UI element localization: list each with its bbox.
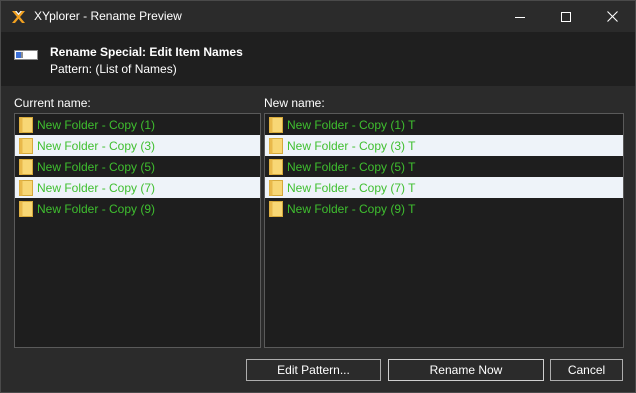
list-item[interactable]: New Folder - Copy (7) T (265, 177, 623, 198)
close-icon (606, 11, 618, 22)
list-item[interactable]: New Folder - Copy (7) (15, 177, 260, 198)
item-name: New Folder - Copy (7) T (287, 180, 416, 195)
edit-pattern-button[interactable]: Edit Pattern... (246, 359, 381, 381)
folder-icon (269, 179, 283, 196)
list-item[interactable]: New Folder - Copy (5) (15, 156, 260, 177)
item-name: New Folder - Copy (3) T (287, 138, 416, 153)
list-item[interactable]: New Folder - Copy (5) T (265, 156, 623, 177)
folder-icon (19, 158, 33, 175)
maximize-button[interactable] (543, 1, 589, 32)
current-names-list[interactable]: New Folder - Copy (1) New Folder - Copy … (14, 113, 261, 348)
dialog-title: Rename Special: Edit Item Names (50, 45, 243, 59)
list-item[interactable]: New Folder - Copy (1) (15, 114, 260, 135)
list-item[interactable]: New Folder - Copy (1) T (265, 114, 623, 135)
folder-icon (269, 137, 283, 154)
item-name: New Folder - Copy (1) T (287, 117, 416, 132)
folder-icon (19, 200, 33, 217)
item-name: New Folder - Copy (1) (37, 117, 156, 132)
list-item[interactable]: New Folder - Copy (9) T (265, 198, 623, 219)
folder-icon (19, 116, 33, 133)
maximize-icon (561, 11, 571, 22)
item-name: New Folder - Copy (5) (37, 159, 156, 174)
list-item[interactable]: New Folder - Copy (3) T (265, 135, 623, 156)
list-item[interactable]: New Folder - Copy (9) (15, 198, 260, 219)
new-name-label: New name: (264, 96, 325, 110)
item-name: New Folder - Copy (9) T (287, 201, 416, 216)
rename-now-button[interactable]: Rename Now (388, 359, 544, 381)
rename-preview-window: XYplorer - Rename Preview Rename Special… (0, 0, 636, 393)
pattern-label: Pattern: (List of Names) (50, 62, 177, 76)
list-item[interactable]: New Folder - Copy (3) (15, 135, 260, 156)
cancel-button[interactable]: Cancel (550, 359, 623, 381)
item-name: New Folder - Copy (3) (37, 138, 156, 153)
folder-icon (269, 116, 283, 133)
current-name-label: Current name: (14, 96, 91, 110)
folder-icon (269, 158, 283, 175)
window-title: XYplorer - Rename Preview (34, 9, 182, 23)
close-button[interactable] (589, 1, 635, 32)
dialog-header: Rename Special: Edit Item Names Pattern:… (1, 32, 635, 86)
title-bar[interactable]: XYplorer - Rename Preview (1, 1, 635, 32)
folder-icon (19, 137, 33, 154)
item-name: New Folder - Copy (7) (37, 180, 156, 195)
xyplorer-logo-icon (12, 11, 25, 23)
folder-icon (269, 200, 283, 217)
new-names-list[interactable]: New Folder - Copy (1) T New Folder - Cop… (264, 113, 624, 348)
folder-icon (19, 179, 33, 196)
minimize-icon (515, 16, 525, 18)
rename-icon (14, 50, 38, 60)
minimize-button[interactable] (497, 1, 543, 32)
item-name: New Folder - Copy (9) (37, 201, 156, 216)
item-name: New Folder - Copy (5) T (287, 159, 416, 174)
